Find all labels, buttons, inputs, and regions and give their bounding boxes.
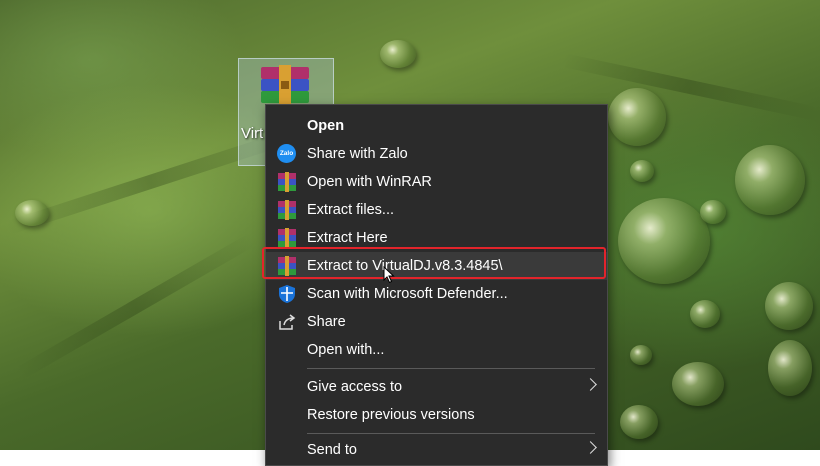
share-icon	[277, 312, 297, 332]
leaf-vein	[14, 233, 256, 381]
water-drop	[672, 362, 724, 406]
menu-item-give-access-to[interactable]: Give access to	[266, 373, 607, 401]
water-drop	[620, 405, 658, 439]
menu-item-open[interactable]: Open	[266, 112, 607, 140]
menu-item-label: Open with...	[307, 342, 385, 358]
winrar-icon	[277, 172, 297, 192]
water-drop	[735, 145, 805, 215]
water-drop	[608, 88, 666, 146]
zalo-icon: Zalo	[277, 144, 297, 164]
chevron-right-icon	[584, 378, 597, 391]
menu-item-label: Give access to	[307, 379, 403, 395]
menu-item-share[interactable]: Share	[266, 308, 607, 336]
water-drop	[690, 300, 720, 328]
menu-item-label: Send to	[307, 442, 357, 458]
water-drop	[380, 40, 416, 68]
menu-item-label: Share	[307, 314, 346, 330]
water-drop	[630, 160, 654, 182]
menu-item-open-with-winrar[interactable]: Open with WinRAR	[266, 168, 607, 196]
menu-separator	[307, 368, 595, 369]
water-drop	[15, 200, 49, 226]
menu-item-label: Share with Zalo	[307, 146, 408, 162]
water-drop	[768, 340, 812, 396]
menu-item-label: Open with WinRAR	[307, 174, 432, 190]
context-menu: Open Zalo Share with Zalo Open with WinR…	[265, 104, 608, 466]
defender-shield-icon	[277, 284, 297, 304]
menu-item-label: Scan with Microsoft Defender...	[307, 286, 508, 302]
menu-separator	[307, 433, 595, 434]
menu-item-open-with[interactable]: Open with...	[266, 336, 607, 364]
menu-item-share-with-zalo[interactable]: Zalo Share with Zalo	[266, 140, 607, 168]
menu-item-send-to[interactable]: Send to	[266, 436, 607, 464]
menu-item-extract-files[interactable]: Extract files...	[266, 196, 607, 224]
chevron-right-icon	[584, 441, 597, 454]
water-drop	[700, 200, 726, 224]
winrar-icon	[277, 200, 297, 220]
menu-item-label: Open	[307, 118, 345, 134]
water-drop	[630, 345, 652, 365]
menu-item-restore-previous-versions[interactable]: Restore previous versions	[266, 401, 607, 429]
mouse-pointer-icon	[383, 266, 395, 284]
menu-item-label: Restore previous versions	[307, 407, 475, 423]
water-drop	[618, 198, 710, 284]
winrar-icon	[277, 228, 297, 248]
menu-item-label: Extract files...	[307, 202, 395, 218]
desktop-file-label: Virt	[241, 125, 264, 142]
water-drop	[765, 282, 813, 330]
red-highlight-box	[262, 247, 606, 279]
menu-item-scan-with-defender[interactable]: Scan with Microsoft Defender...	[266, 280, 607, 308]
winrar-archive-icon	[261, 65, 309, 105]
